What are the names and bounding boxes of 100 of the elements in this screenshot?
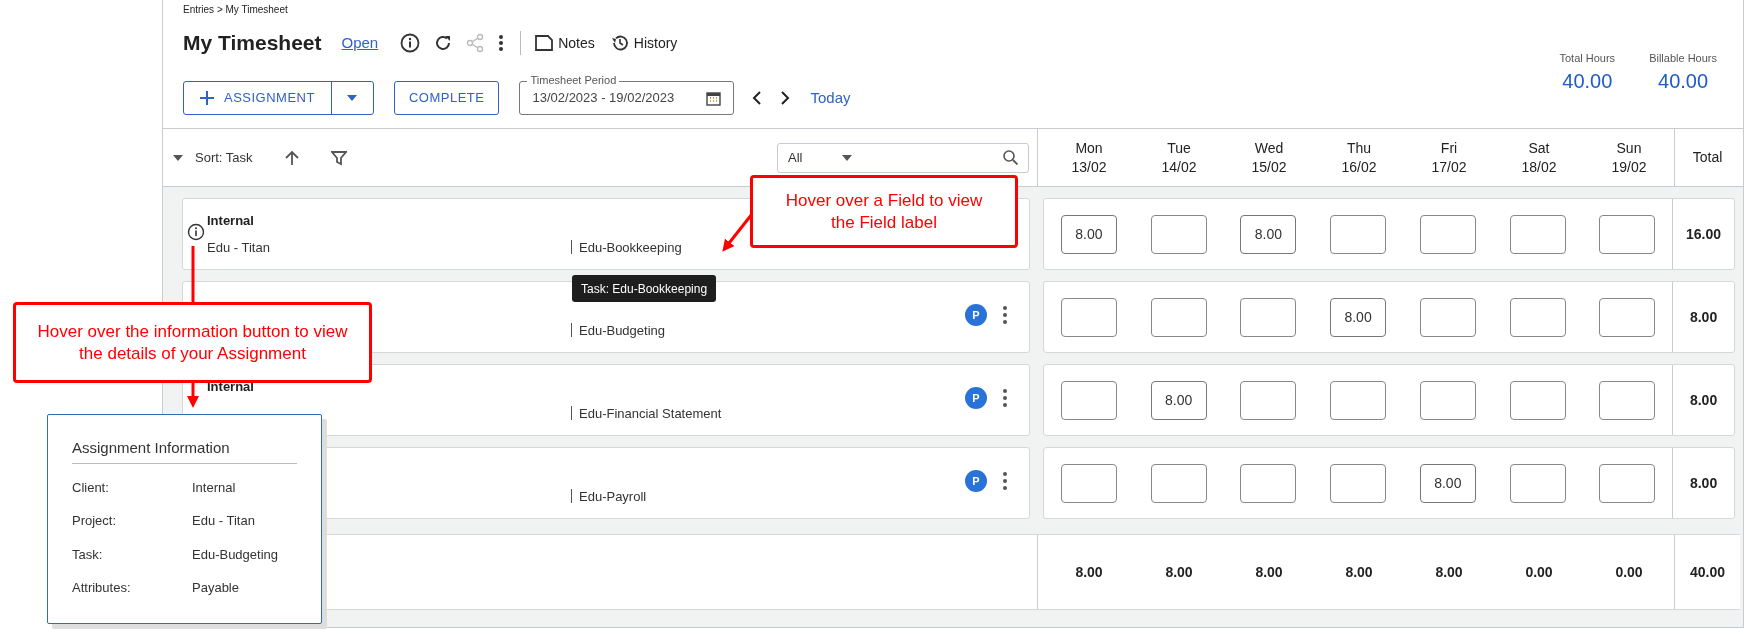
filter-icon[interactable] bbox=[330, 149, 347, 166]
note-icon bbox=[535, 35, 554, 51]
field-label: Client: bbox=[72, 478, 110, 497]
hours-field[interactable] bbox=[1330, 463, 1387, 503]
hours-field[interactable] bbox=[1509, 380, 1566, 420]
row-total: 8.00 bbox=[1689, 473, 1718, 493]
calendar-icon[interactable] bbox=[706, 90, 722, 106]
annotation-callout: Hover over a Field to view the Field label bbox=[750, 175, 1018, 248]
caret-down-icon bbox=[347, 95, 358, 101]
date-label: 14/02 bbox=[1161, 157, 1197, 177]
refresh-icon[interactable] bbox=[434, 34, 453, 52]
day-label: Thu bbox=[1346, 138, 1372, 158]
hours-field[interactable]: 8.00 bbox=[1150, 380, 1207, 420]
popup-title: Assignment Information bbox=[72, 437, 297, 464]
column-header: Total bbox=[1692, 148, 1723, 167]
hours-field[interactable] bbox=[1060, 380, 1117, 420]
task-name: Edu-Bookkeeping bbox=[579, 239, 682, 257]
project-name: Edu - Titan bbox=[207, 239, 270, 257]
hours-field[interactable] bbox=[1060, 463, 1117, 503]
row-total: 8.00 bbox=[1689, 390, 1718, 410]
initial-badge: P bbox=[965, 304, 987, 326]
hours-field[interactable] bbox=[1330, 380, 1387, 420]
share-icon[interactable] bbox=[466, 33, 485, 53]
day-label: Tue bbox=[1167, 138, 1191, 158]
field-label: Attributes: bbox=[72, 579, 132, 597]
day-label: Fri bbox=[1440, 138, 1458, 158]
sort-label[interactable]: Sort: Task bbox=[195, 147, 253, 168]
field-label: Task: bbox=[72, 545, 104, 564]
hours-field[interactable] bbox=[1419, 297, 1476, 337]
annotation-callout: Hover over the information button to view the details of your Assignment bbox=[13, 302, 372, 383]
more-button[interactable] bbox=[1002, 472, 1008, 490]
day-total: 0.00 bbox=[1615, 562, 1643, 582]
field-value: Internal bbox=[192, 478, 237, 497]
history-button[interactable]: History bbox=[610, 32, 678, 54]
date-label: 18/02 bbox=[1521, 157, 1557, 177]
task-name: Edu-Payroll bbox=[579, 488, 647, 506]
hours-field[interactable] bbox=[1150, 463, 1207, 503]
date-label: 13/02 bbox=[1071, 157, 1107, 177]
hours-field[interactable] bbox=[1240, 297, 1297, 337]
hours-field[interactable]: 8.00 bbox=[1060, 214, 1117, 254]
row-total: 8.00 bbox=[1689, 307, 1718, 327]
initial-badge: P bbox=[965, 470, 987, 492]
today-link[interactable]: Today bbox=[810, 86, 851, 110]
hours-field[interactable] bbox=[1060, 297, 1117, 337]
summary-value: 40.00 bbox=[1658, 68, 1709, 94]
chevron-right-icon[interactable] bbox=[780, 91, 791, 105]
hours-field[interactable] bbox=[1240, 463, 1297, 503]
hours-field[interactable]: 8.00 bbox=[1330, 297, 1387, 337]
summary-label: Total Hours bbox=[1559, 51, 1616, 66]
leader-line bbox=[191, 246, 195, 302]
info-icon[interactable] bbox=[400, 33, 421, 53]
hours-field[interactable] bbox=[1419, 380, 1476, 420]
hours-field[interactable] bbox=[1150, 297, 1207, 337]
hours-field[interactable] bbox=[1599, 380, 1656, 420]
day-total: 0.00 bbox=[1525, 562, 1553, 582]
hours-field[interactable] bbox=[1330, 214, 1387, 254]
hours-field[interactable] bbox=[1599, 463, 1656, 503]
arrow-up-icon[interactable] bbox=[284, 149, 299, 166]
day-label: Wed bbox=[1254, 138, 1284, 158]
grand-total: 40.00 bbox=[1689, 562, 1725, 582]
more-button[interactable] bbox=[1002, 306, 1008, 324]
day-label: Mon bbox=[1075, 138, 1103, 158]
complete-button[interactable]: COMPLETE bbox=[393, 81, 500, 115]
day-total: 8.00 bbox=[1075, 562, 1103, 582]
hours-field[interactable] bbox=[1240, 380, 1297, 420]
hours-field[interactable]: 8.00 bbox=[1240, 214, 1297, 254]
filter-field[interactable]: All bbox=[777, 142, 1029, 173]
chevron-left-icon[interactable] bbox=[752, 91, 763, 105]
day-label: Sat bbox=[1528, 138, 1550, 158]
hours-field[interactable] bbox=[1150, 214, 1207, 254]
hours-field[interactable] bbox=[1419, 214, 1476, 254]
hours-field[interactable] bbox=[1599, 214, 1656, 254]
initial-badge: P bbox=[965, 387, 987, 409]
hours-field[interactable]: 8.00 bbox=[1419, 463, 1476, 503]
field-label: Project: bbox=[72, 512, 118, 530]
date-label: 16/02 bbox=[1341, 157, 1377, 177]
row-total: 16.00 bbox=[1686, 224, 1722, 244]
day-total: 8.00 bbox=[1165, 562, 1193, 582]
task-name: Edu-Financial Statement bbox=[579, 405, 722, 423]
info-icon[interactable] bbox=[187, 223, 205, 241]
pointer-arrow bbox=[187, 383, 199, 408]
field-value: Edu-Budgeting bbox=[192, 545, 279, 564]
more-button[interactable] bbox=[1002, 389, 1008, 407]
field-value: Edu - Titan bbox=[192, 512, 256, 530]
caret-down-icon bbox=[842, 154, 853, 161]
hours-field[interactable] bbox=[1599, 297, 1656, 337]
date-label: 19/02 bbox=[1611, 157, 1647, 177]
summary-label: Billable Hours bbox=[1649, 51, 1717, 66]
day-total: 8.00 bbox=[1255, 562, 1283, 582]
hours-field[interactable] bbox=[1509, 297, 1566, 337]
status-link[interactable]: Open bbox=[341, 31, 379, 55]
day-total: 8.00 bbox=[1435, 562, 1463, 582]
caret-down-icon[interactable] bbox=[173, 154, 183, 161]
notes-button[interactable]: Notes bbox=[535, 32, 595, 54]
search-icon[interactable] bbox=[1003, 150, 1018, 165]
date-label: 15/02 bbox=[1251, 157, 1287, 177]
day-label: Sun bbox=[1616, 138, 1642, 158]
hours-field[interactable] bbox=[1509, 214, 1566, 254]
more-icon[interactable] bbox=[498, 34, 505, 52]
hours-field[interactable] bbox=[1509, 463, 1566, 503]
